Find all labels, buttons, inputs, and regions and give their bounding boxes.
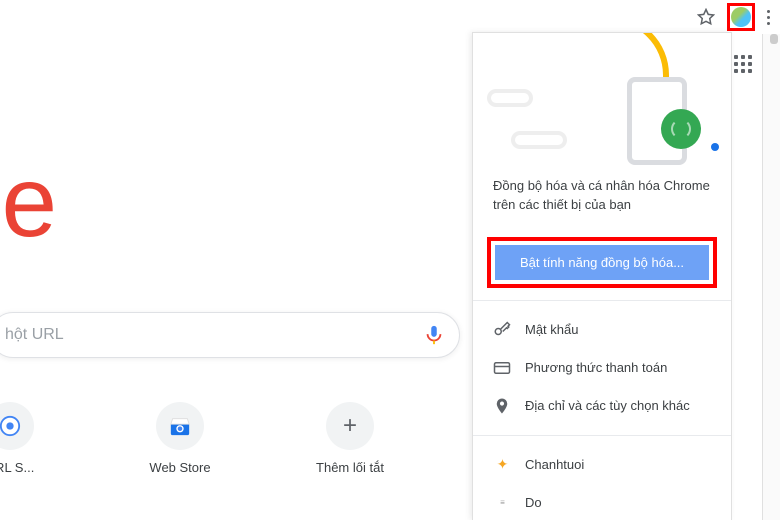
shortcut-icon	[156, 402, 204, 450]
kebab-menu-icon[interactable]	[767, 10, 770, 25]
profile-avatar-highlight	[727, 3, 755, 31]
menu-label: Địa chỉ và các tùy chọn khác	[525, 398, 690, 413]
other-profile-label: Chanhtuoi	[525, 457, 584, 472]
main-content: ogle hột URL URL S... Web Store + Thêm l…	[0, 0, 470, 520]
mic-icon[interactable]	[423, 324, 445, 346]
shortcut-label: Thêm lối tắt	[316, 460, 384, 475]
other-profile-label: Do	[525, 495, 542, 510]
menu-label: Phương thức thanh toán	[525, 360, 667, 375]
plus-icon: +	[326, 402, 374, 450]
shortcut-icon	[0, 402, 34, 450]
sync-button-highlight: Bật tính năng đồng bộ hóa...	[487, 237, 717, 288]
shortcut-add[interactable]: + Thêm lối tắt	[300, 402, 400, 475]
apps-grid-icon[interactable]	[734, 55, 752, 73]
shortcut-label: URL S...	[0, 460, 34, 475]
card-icon	[493, 359, 511, 377]
shortcut-webstore[interactable]: Web Store	[130, 402, 230, 475]
profile-favicon: ✦	[493, 456, 511, 474]
key-icon	[493, 321, 511, 339]
enable-sync-button[interactable]: Bật tính năng đồng bộ hóa...	[495, 245, 709, 280]
sync-description: Đồng bộ hóa và cá nhân hóa Chrome trên c…	[473, 173, 731, 219]
star-icon[interactable]	[697, 8, 715, 26]
shortcut-label: Web Store	[149, 460, 210, 475]
google-logo: ogle	[0, 145, 280, 260]
profile-panel: Đồng bộ hóa và cá nhân hóa Chrome trên c…	[472, 32, 732, 520]
sync-icon	[661, 109, 701, 149]
other-profile-chanhtuoi[interactable]: ✦ Chanhtuoi	[473, 446, 731, 484]
other-profile-do[interactable]: ≡ Do	[473, 484, 731, 520]
menu-addresses[interactable]: Địa chỉ và các tùy chọn khác	[473, 387, 731, 425]
search-placeholder: hột URL	[5, 326, 423, 344]
shortcut-urls[interactable]: URL S...	[0, 402, 60, 475]
scrollbar-thumb[interactable]	[770, 34, 778, 44]
menu-passwords[interactable]: Mật khẩu	[473, 311, 731, 349]
sync-illustration	[473, 33, 731, 173]
scrollbar[interactable]	[762, 34, 780, 520]
shortcuts-row: URL S... Web Store + Thêm lối tắt	[0, 402, 470, 502]
profile-favicon: ≡	[493, 494, 511, 512]
profile-avatar[interactable]	[731, 7, 751, 27]
pin-icon	[493, 397, 511, 415]
menu-payments[interactable]: Phương thức thanh toán	[473, 349, 731, 387]
menu-label: Mật khẩu	[525, 322, 578, 337]
search-input[interactable]: hột URL	[0, 312, 460, 358]
